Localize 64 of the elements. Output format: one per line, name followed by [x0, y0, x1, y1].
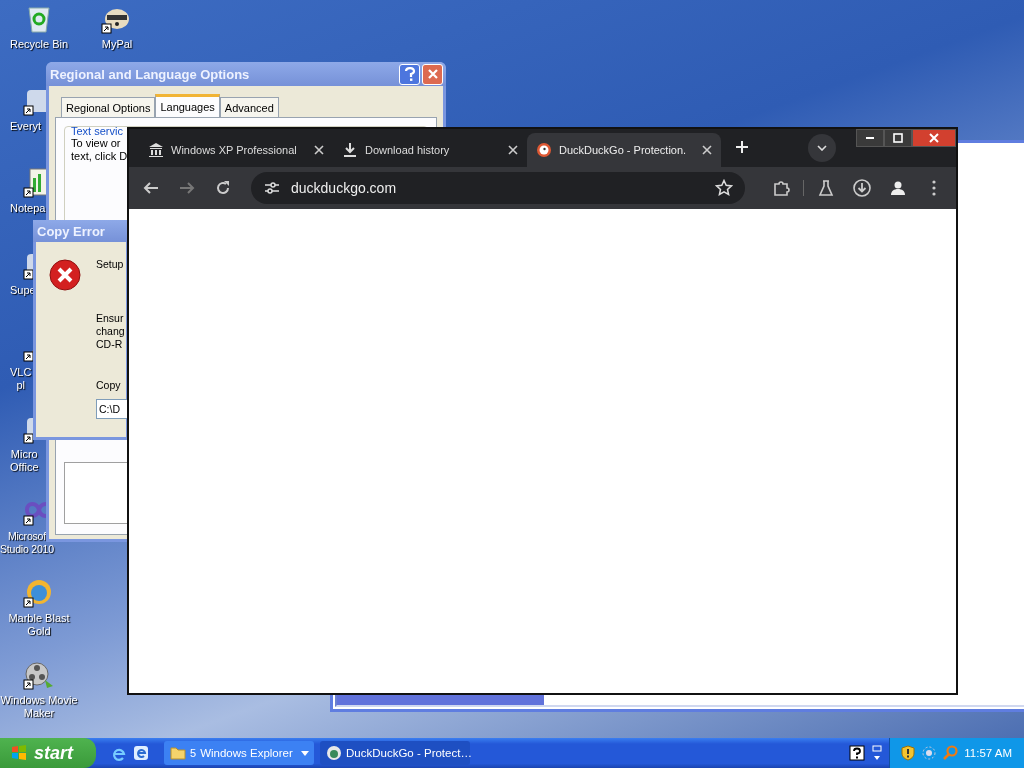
icon-label[interactable]: Notepa [10, 202, 46, 215]
icon-label[interactable]: Marble Blast Gold [8, 612, 70, 638]
help-button[interactable] [399, 63, 420, 85]
maximize-button[interactable] [884, 129, 912, 147]
start-button[interactable]: start [0, 738, 96, 768]
plus-icon [735, 139, 749, 154]
icon-label[interactable]: MyPal [101, 38, 133, 51]
field-label: Copy [96, 379, 122, 391]
reload-icon [214, 179, 232, 197]
url-text: duckduckgo.com [291, 180, 397, 196]
tab[interactable]: Advanced [219, 97, 279, 117]
icon-label[interactable]: Everyt [10, 120, 42, 133]
icon-label[interactable]: Micro Office [10, 448, 39, 474]
minimize-button[interactable] [856, 129, 884, 147]
app-e-icon[interactable] [132, 744, 150, 762]
path-field[interactable]: C:\D [96, 399, 130, 419]
windows-logo-icon [10, 744, 28, 762]
shield-icon[interactable] [900, 745, 917, 761]
window-title: Copy Error [37, 223, 106, 239]
taskbar-button[interactable]: DuckDuckGo - Protect… [320, 741, 470, 765]
site-settings-icon [263, 179, 281, 197]
window-title: Regional and Language Options [50, 66, 251, 82]
flask-icon [817, 179, 835, 197]
taskbar-button[interactable]: 5 Windows Explorer [164, 741, 314, 765]
duck-icon [536, 142, 552, 158]
close-icon[interactable] [314, 145, 324, 155]
close-icon [426, 68, 439, 80]
help-icon[interactable] [849, 745, 866, 761]
download-icon [342, 142, 358, 158]
tab[interactable]: Languages [155, 94, 220, 117]
address-bar[interactable]: duckduckgo.com [251, 172, 745, 204]
tab-title: Download history [365, 144, 451, 156]
download-icon [853, 179, 871, 197]
error-icon [48, 258, 82, 292]
tab-title: Windows XP Professional [171, 144, 298, 156]
close-button[interactable] [912, 129, 956, 147]
close-icon[interactable] [702, 145, 712, 155]
browser-tab[interactable]: Windows XP Professional [139, 133, 333, 167]
browser-tab[interactable]: DuckDuckGo - Protection. [527, 133, 721, 167]
icon-label[interactable]: Recycle Bin [9, 38, 69, 51]
group-label: Text servic [71, 125, 124, 137]
chevron-down-icon [817, 145, 827, 151]
dropdown-arrow-icon [300, 750, 309, 756]
message-text: Setup [96, 258, 125, 270]
icon-label[interactable]: Microsof Studio 2010 [0, 530, 54, 556]
language-bar-icon[interactable] [871, 745, 884, 761]
tab-search-button[interactable] [808, 134, 836, 162]
message-text: Ensur chang CD-R [96, 312, 126, 351]
icon-label[interactable]: VLC pl [10, 366, 32, 392]
star-icon[interactable] [715, 179, 733, 197]
person-icon [889, 179, 907, 197]
maximize-icon [893, 133, 903, 143]
puzzle-icon [772, 179, 790, 197]
clock-text: 11:57 AM [964, 747, 1012, 759]
close-icon [929, 133, 939, 143]
tab[interactable]: Regional Options [61, 97, 156, 117]
app-icon [326, 745, 342, 761]
help-icon [403, 67, 416, 81]
tab-title: DuckDuckGo - Protection. [559, 144, 688, 156]
close-icon[interactable] [508, 145, 518, 155]
menu-icon [932, 180, 936, 196]
browser-tab[interactable]: Download history [333, 133, 527, 167]
building-icon [148, 142, 164, 158]
folder-icon [170, 746, 186, 760]
